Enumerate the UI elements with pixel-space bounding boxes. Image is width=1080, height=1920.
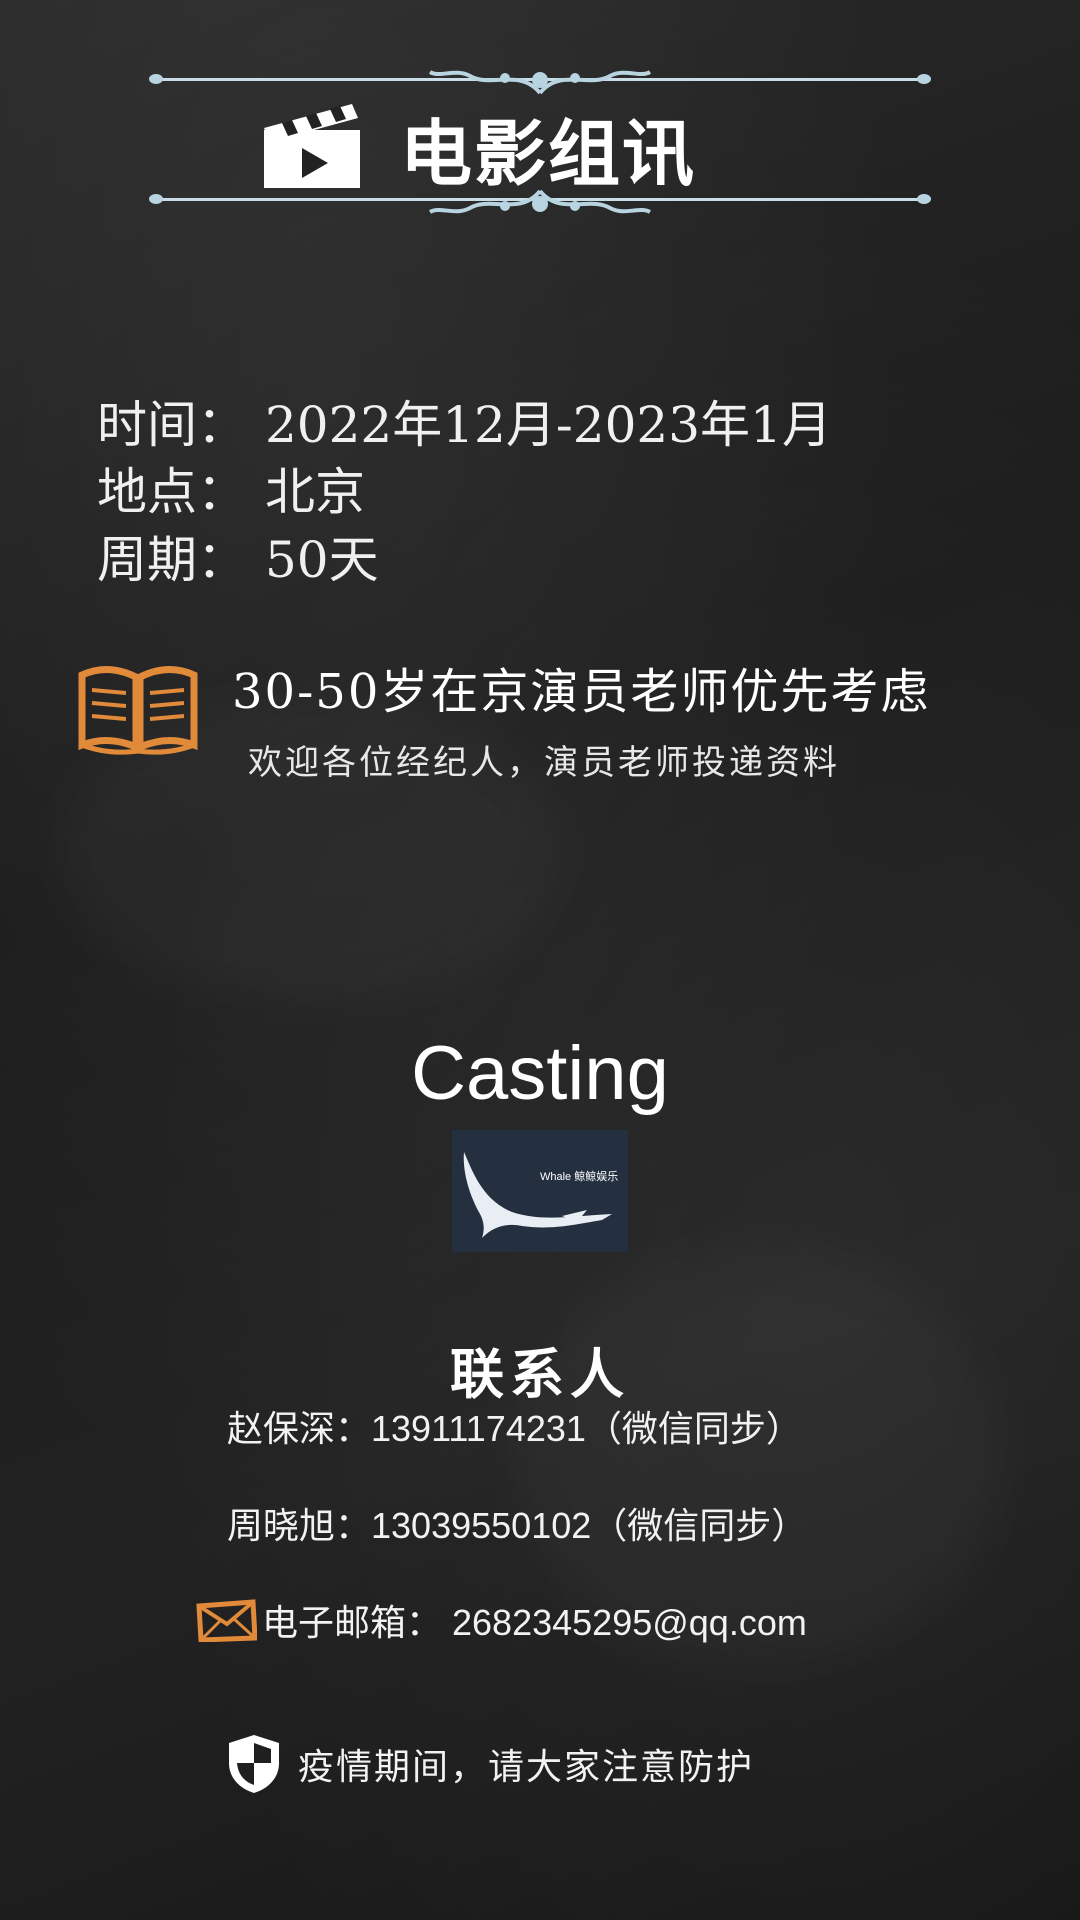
contact-note: （微信同步） bbox=[585, 1409, 802, 1450]
contact-note: （微信同步） bbox=[591, 1506, 808, 1547]
safety-notice: 疫情期间，请大家注意防护 bbox=[298, 1747, 755, 1788]
whale-logo: Whale 鲸鲸娱乐 bbox=[452, 1130, 628, 1252]
clapperboard-icon bbox=[264, 104, 360, 188]
whale-icon bbox=[463, 1152, 612, 1238]
welcome-text: 欢迎各位经纪人，演员老师投递资料 bbox=[248, 743, 840, 783]
info-value: 2022年12月-2023年1月 bbox=[265, 396, 832, 454]
contact-name: 周晓旭： bbox=[227, 1506, 372, 1547]
info-label: 时间： bbox=[97, 396, 247, 454]
info-value: 北京 bbox=[265, 463, 365, 521]
info-row-time: 时间： 2022年12月-2023年1月 bbox=[97, 385, 832, 457]
info-label: 地点： bbox=[97, 463, 247, 521]
envelope-icon bbox=[196, 1599, 257, 1642]
info-value: 50天 bbox=[265, 531, 379, 589]
open-book-icon bbox=[78, 666, 198, 755]
info-row-duration: 周期： 50天 bbox=[97, 520, 379, 592]
casting-title: Casting bbox=[411, 1031, 669, 1116]
priority-text: 30-50岁在京演员老师优先考虑 bbox=[232, 664, 931, 720]
email-address[interactable]: 2682345295@qq.com bbox=[452, 1602, 807, 1643]
info-row-location: 地点： 北京 bbox=[97, 452, 365, 524]
info-label: 周期： bbox=[97, 531, 247, 589]
header-top-ornament bbox=[428, 70, 652, 95]
contact-line: 周晓旭：13039550102（微信同步） bbox=[227, 1497, 807, 1549]
contact-phone[interactable]: 13911174231 bbox=[371, 1408, 586, 1449]
shield-icon bbox=[229, 1735, 279, 1793]
contact-name: 赵保深： bbox=[227, 1409, 372, 1450]
logo-text: Whale 鲸鲸娱乐 bbox=[540, 1171, 619, 1183]
email-line: 电子邮箱： 2682345295@qq.com bbox=[262, 1594, 807, 1646]
email-label: 电子邮箱： bbox=[262, 1603, 443, 1644]
contact-heading: 联系人 bbox=[450, 1342, 630, 1406]
contact-line: 赵保深：13911174231（微信同步） bbox=[227, 1400, 802, 1452]
header-bottom-ornament bbox=[428, 189, 652, 214]
contact-phone[interactable]: 13039550102 bbox=[371, 1505, 591, 1546]
page-title: 电影组讯 bbox=[400, 112, 697, 196]
